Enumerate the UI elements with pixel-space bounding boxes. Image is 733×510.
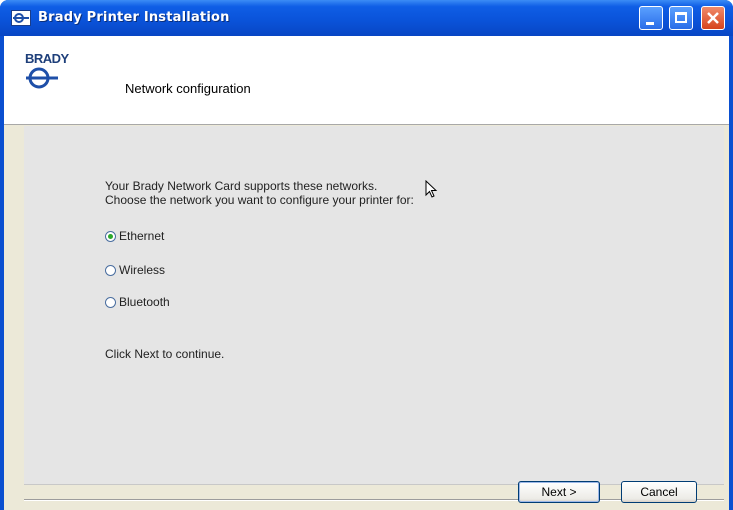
radio-label-ethernet[interactable]: Ethernet: [119, 229, 164, 243]
brady-logo-text: BRADY: [25, 51, 69, 66]
title-bar[interactable]: Brady Printer Installation: [0, 0, 733, 36]
intro-line-1: Your Brady Network Card supports these n…: [105, 179, 378, 193]
intro-line-2: Choose the network you want to configure…: [105, 193, 414, 207]
maximize-icon: [675, 12, 687, 23]
mouse-cursor-icon: [425, 180, 438, 198]
radio-bluetooth[interactable]: Bluetooth: [105, 295, 170, 309]
window-title: Brady Printer Installation: [38, 10, 230, 25]
radio-button-bluetooth[interactable]: [105, 296, 116, 308]
wizard-header: BRADY Network configuration: [4, 36, 729, 125]
maximize-button[interactable]: [669, 6, 693, 30]
brady-app-icon: [11, 10, 31, 26]
radio-wireless[interactable]: Wireless: [105, 263, 165, 277]
next-button[interactable]: Next >: [518, 481, 600, 503]
page-title: Network configuration: [125, 81, 251, 96]
continue-hint: Click Next to continue.: [105, 347, 225, 361]
installer-window: Brady Printer Installation BRADY Network…: [0, 0, 733, 510]
wizard-client-area: BRADY Network configuration Your Brady N…: [4, 36, 729, 510]
minimize-button[interactable]: [639, 6, 663, 30]
intro-text: Your Brady Network Card supports these n…: [105, 179, 414, 207]
cancel-button[interactable]: Cancel: [621, 481, 697, 503]
radio-ethernet[interactable]: Ethernet: [105, 229, 164, 243]
panel-border: [24, 484, 724, 485]
close-icon: [707, 12, 719, 24]
minimize-icon: [646, 22, 654, 25]
button-separator: [24, 499, 724, 501]
radio-button-wireless[interactable]: [105, 264, 116, 276]
brady-logo-icon: [26, 67, 58, 89]
close-button[interactable]: [701, 6, 725, 30]
radio-label-bluetooth[interactable]: Bluetooth: [119, 295, 170, 309]
radio-label-wireless[interactable]: Wireless: [119, 263, 165, 277]
radio-button-ethernet[interactable]: [105, 230, 116, 242]
